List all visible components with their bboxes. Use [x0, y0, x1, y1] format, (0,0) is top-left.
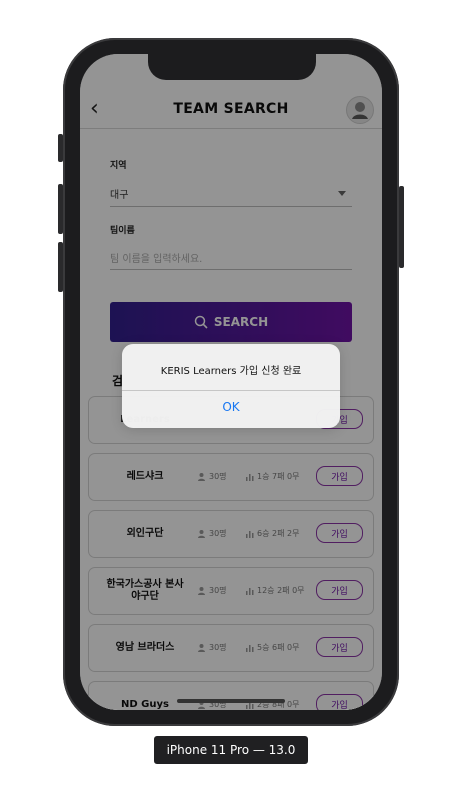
screen: 4:19 •••• ◔ ‹ TEAM SEARCH 지역 대구 팀이름 팀 이름…: [80, 54, 382, 710]
volume-up-button: [58, 184, 63, 234]
volume-down-button: [58, 242, 63, 292]
camera-notch: [148, 54, 316, 80]
alert-message: KERIS Learners 가입 신청 완료: [160, 366, 302, 377]
alert-dialog: KERIS Learners 가입 신청 완료 OK: [122, 344, 340, 428]
alert-divider: [122, 390, 340, 391]
home-indicator[interactable]: [177, 699, 285, 703]
device-caption: iPhone 11 Pro — 13.0: [154, 736, 308, 764]
power-button: [399, 186, 404, 268]
ok-button[interactable]: OK: [122, 400, 340, 414]
mute-switch: [58, 134, 63, 162]
